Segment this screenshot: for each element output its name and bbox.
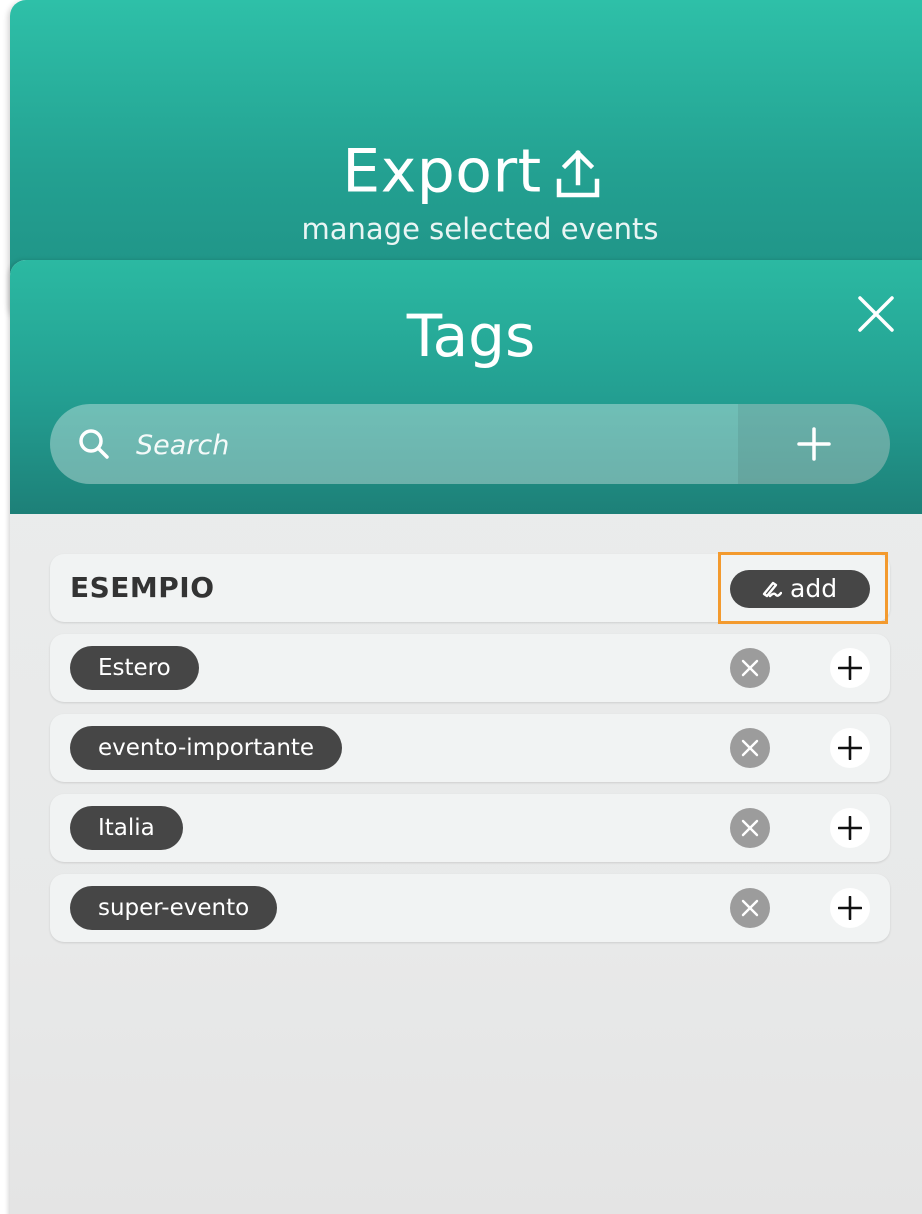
remove-tag-button[interactable] — [730, 648, 770, 688]
add-tag-button[interactable]: add — [730, 570, 870, 608]
upload-icon — [556, 141, 600, 198]
tag-chip[interactable]: super-evento — [70, 886, 278, 930]
tag-row: Italia — [50, 794, 890, 862]
plus-icon — [838, 896, 862, 920]
remove-tag-button[interactable] — [730, 888, 770, 928]
plus-icon — [838, 816, 862, 840]
export-header[interactable]: Export — [10, 130, 922, 209]
tag-chip[interactable]: Italia — [70, 806, 183, 850]
tag-row: Estero — [50, 634, 890, 702]
export-subtitle: manage selected events — [301, 212, 659, 246]
add-tag-to-event-button[interactable] — [830, 648, 870, 688]
tags-title: Tags — [406, 302, 536, 370]
pen-icon — [762, 581, 782, 598]
tag-group-row: ESEMPIO add — [50, 554, 890, 622]
tag-row: evento-importante — [50, 714, 890, 782]
search-icon — [79, 429, 109, 459]
plus-icon — [797, 427, 831, 461]
plus-icon — [838, 656, 862, 680]
close-icon — [741, 659, 759, 677]
close-icon — [741, 899, 759, 917]
search-add-button[interactable] — [738, 404, 890, 484]
tag-group-name: ESEMPIO — [70, 571, 215, 604]
search-input[interactable] — [134, 418, 728, 472]
close-icon — [858, 296, 894, 332]
remove-tag-button[interactable] — [730, 808, 770, 848]
tag-chip[interactable]: evento-importante — [70, 726, 343, 770]
add-tag-to-event-button[interactable] — [830, 808, 870, 848]
remove-tag-button[interactable] — [730, 728, 770, 768]
tags-header: Tags — [10, 260, 922, 514]
close-icon — [741, 739, 759, 757]
plus-icon — [838, 736, 862, 760]
close-icon — [741, 819, 759, 837]
screen: Export manage selected events Tags Searc… — [0, 0, 922, 1214]
tag-chip[interactable]: Estero — [70, 646, 199, 690]
add-tag-label: add — [790, 574, 838, 603]
add-tag-to-event-button[interactable] — [830, 728, 870, 768]
search-bar — [50, 404, 890, 484]
export-title: Export — [342, 136, 542, 207]
add-tag-to-event-button[interactable] — [830, 888, 870, 928]
tag-row: super-evento — [50, 874, 890, 942]
close-button[interactable] — [852, 290, 900, 338]
